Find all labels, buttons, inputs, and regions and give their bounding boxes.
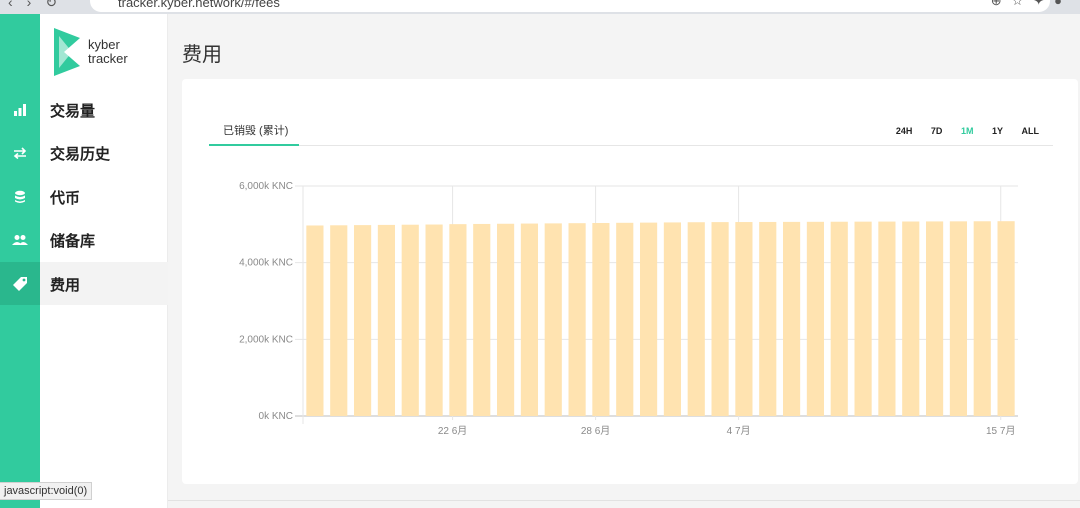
chart-bar	[592, 222, 610, 416]
kyber-logo-icon	[54, 28, 80, 76]
browser-toolbar: ‹›↻ tracker.kyber.network/#/fees ⊕☆✦●	[0, 0, 1080, 14]
logo-line-2: tracker	[88, 51, 128, 66]
address-url[interactable]: tracker.kyber.network/#/fees	[118, 0, 280, 10]
tab-label: 已销毁 (累计)	[223, 125, 289, 137]
chart-bar	[616, 222, 634, 416]
y-tick-label: 4,000k KNC	[239, 258, 293, 269]
y-tick-label: 2,000k KNC	[239, 334, 293, 345]
range-1y-button[interactable]: 1Y	[992, 126, 1003, 136]
coin-stack-icon	[0, 175, 40, 218]
address-bar[interactable]: tracker.kyber.network/#/fees	[90, 0, 1050, 12]
chart-bar	[497, 223, 515, 416]
chart-bar	[973, 221, 991, 416]
chart-bar	[949, 221, 967, 416]
range-7d-button[interactable]: 7D	[931, 126, 943, 136]
chart-bar	[878, 221, 896, 416]
sidebar-item-fees[interactable]: 费用	[0, 262, 168, 305]
range-all-button[interactable]: ALL	[1022, 126, 1040, 136]
chart-bar	[401, 224, 419, 416]
logo-line-1: kyber	[88, 37, 120, 52]
sidebar-item-label: 储备库	[50, 233, 96, 250]
chart-bar	[473, 223, 491, 416]
sidebar-item-label: 费用	[50, 277, 81, 294]
chart-bar	[854, 221, 872, 416]
x-tick-label: 28 6月	[581, 425, 610, 437]
y-tick-label: 6,000k KNC	[239, 181, 293, 192]
chart-bar	[377, 224, 395, 416]
x-tick-label: 22 6月	[438, 425, 467, 437]
sidebar-item-label: 交易历史	[50, 146, 111, 163]
sidebar-item-trade-history[interactable]: 交易历史	[0, 131, 168, 174]
page-bottom-divider	[168, 500, 1080, 501]
chart-bar	[568, 223, 586, 416]
chart-bar	[354, 225, 372, 416]
chart-bar	[640, 222, 658, 416]
chart-bar	[306, 225, 324, 416]
swap-arrows-icon	[0, 131, 40, 174]
x-tick-label: 15 7月	[986, 425, 1015, 437]
sidebar-item-label: 交易量	[50, 103, 96, 120]
chart-bar	[997, 221, 1015, 416]
chart-bar	[735, 222, 753, 416]
chart-bar	[806, 221, 824, 416]
chart-bar	[711, 222, 729, 416]
range-24h-button[interactable]: 24H	[896, 126, 913, 136]
browser-extension-icons[interactable]: ⊕☆✦●	[991, 0, 1072, 9]
chart-bar	[902, 221, 920, 416]
range-1m-button[interactable]: 1M	[961, 126, 974, 136]
page-title: 费用	[182, 44, 222, 66]
chart-bar	[830, 221, 848, 416]
chart-bar	[783, 221, 801, 416]
browser-nav-icons[interactable]: ‹›↻	[8, 0, 71, 11]
chart-bar	[330, 225, 348, 416]
bar-chart-icon	[0, 88, 40, 131]
sidebar-item-tokens[interactable]: 代币	[0, 175, 168, 218]
kyber-logo[interactable]: kyber tracker	[50, 28, 160, 76]
chart-bar	[425, 224, 443, 416]
y-tick-label: 0k KNC	[259, 411, 293, 422]
users-icon	[0, 218, 40, 261]
chart-bar	[687, 222, 705, 416]
chart-bar	[926, 221, 944, 416]
chart-bar	[520, 223, 538, 416]
chart-tabbar: 已销毁 (累计) 24H 7D 1M 1Y ALL	[209, 116, 1053, 146]
x-tick-label: 4 7月	[727, 425, 751, 437]
browser-status-bar: javascript:void(0)	[0, 482, 93, 500]
sidebar-item-reserves[interactable]: 储备库	[0, 218, 168, 261]
logo-text: kyber tracker	[88, 38, 128, 66]
chart-bar	[544, 223, 562, 416]
time-range-selector: 24H 7D 1M 1Y ALL	[880, 126, 1039, 136]
chart-bar	[449, 224, 467, 416]
sidebar-item-label: 代币	[50, 190, 81, 207]
chart-bar	[663, 222, 681, 416]
tab-burned-cumulative[interactable]: 已销毁 (累计)	[209, 116, 299, 146]
tag-icon	[0, 262, 40, 305]
burned-fees-bar-chart: 0k KNC 2,000k KNC 4,000k KNC 6,000k KNC 22 6…	[239, 181, 1018, 437]
sidebar-item-volume[interactable]: 交易量	[0, 88, 168, 131]
chart-bar	[759, 221, 777, 416]
